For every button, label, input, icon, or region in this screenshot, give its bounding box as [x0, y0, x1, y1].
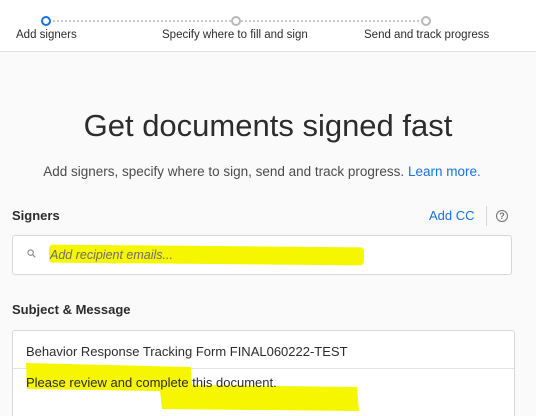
- step-3-label[interactable]: Send and track progress: [364, 29, 489, 41]
- step-2-label[interactable]: Specify where to fill and sign: [162, 29, 308, 41]
- subject-message-heading: Subject & Message: [12, 302, 131, 317]
- step-1-label[interactable]: Add signers: [16, 29, 77, 41]
- page-title: Get documents signed fast: [83, 108, 453, 143]
- add-cc-link[interactable]: Add CC: [429, 208, 475, 223]
- step-1-dot[interactable]: [41, 16, 51, 26]
- recipient-field[interactable]: [12, 235, 512, 275]
- recipient-email-input[interactable]: [50, 247, 490, 263]
- progress-stepper: Add signers Specify where to fill and si…: [0, 0, 536, 52]
- subtitle-text: Add signers, specify where to sign, send…: [43, 164, 405, 179]
- subject-text: Behavior Response Tracking Form FINAL060…: [26, 344, 348, 359]
- page-subtitle: Add signers, specify where to sign, send…: [0, 164, 524, 179]
- learn-more-link[interactable]: Learn more.: [408, 164, 481, 179]
- signing-page: Add signers Specify where to fill and si…: [0, 0, 536, 416]
- search-icon: [27, 249, 36, 258]
- signers-heading: Signers: [12, 208, 60, 223]
- divider: [486, 206, 487, 226]
- step-2-dot[interactable]: [231, 16, 241, 26]
- main-content: Get documents signed fast Add signers, s…: [0, 52, 536, 416]
- help-icon[interactable]: ?: [496, 210, 508, 222]
- step-3-dot[interactable]: [421, 16, 431, 26]
- message-text[interactable]: Please review and complete this document…: [26, 375, 277, 390]
